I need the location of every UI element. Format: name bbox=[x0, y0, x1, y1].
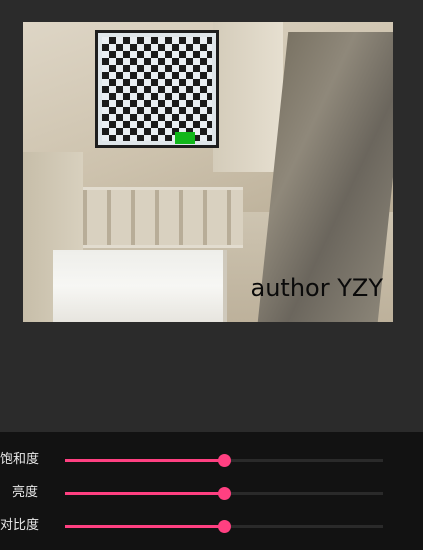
brightness-row: 亮度 bbox=[0, 479, 423, 507]
brightness-slider[interactable] bbox=[65, 487, 383, 500]
window bbox=[53, 250, 227, 322]
contrast-row: 对比度 bbox=[0, 512, 423, 540]
bookshelf bbox=[83, 187, 243, 248]
green-marker bbox=[175, 132, 195, 144]
saturation-row: 饱和度 bbox=[0, 446, 423, 474]
adjustment-panel: 饱和度 亮度 对比度 bbox=[0, 432, 423, 550]
saturation-slider[interactable] bbox=[65, 454, 383, 467]
saturation-slider-fill bbox=[65, 459, 224, 462]
brightness-slider-fill bbox=[65, 492, 224, 495]
saturation-label: 饱和度 bbox=[0, 452, 40, 467]
checkerboard-squares bbox=[102, 37, 212, 141]
brightness-label: 亮度 bbox=[11, 485, 38, 500]
checkerboard-pattern bbox=[95, 30, 219, 148]
brightness-slider-thumb[interactable] bbox=[218, 487, 231, 500]
contrast-slider[interactable] bbox=[65, 520, 383, 533]
ceiling-beam bbox=[213, 22, 283, 172]
image-preview: author YZY bbox=[23, 22, 393, 322]
contrast-label: 对比度 bbox=[0, 518, 40, 533]
contrast-slider-fill bbox=[65, 525, 224, 528]
author-watermark: author YZY bbox=[250, 274, 383, 302]
saturation-slider-thumb[interactable] bbox=[218, 454, 231, 467]
contrast-slider-thumb[interactable] bbox=[218, 520, 231, 533]
